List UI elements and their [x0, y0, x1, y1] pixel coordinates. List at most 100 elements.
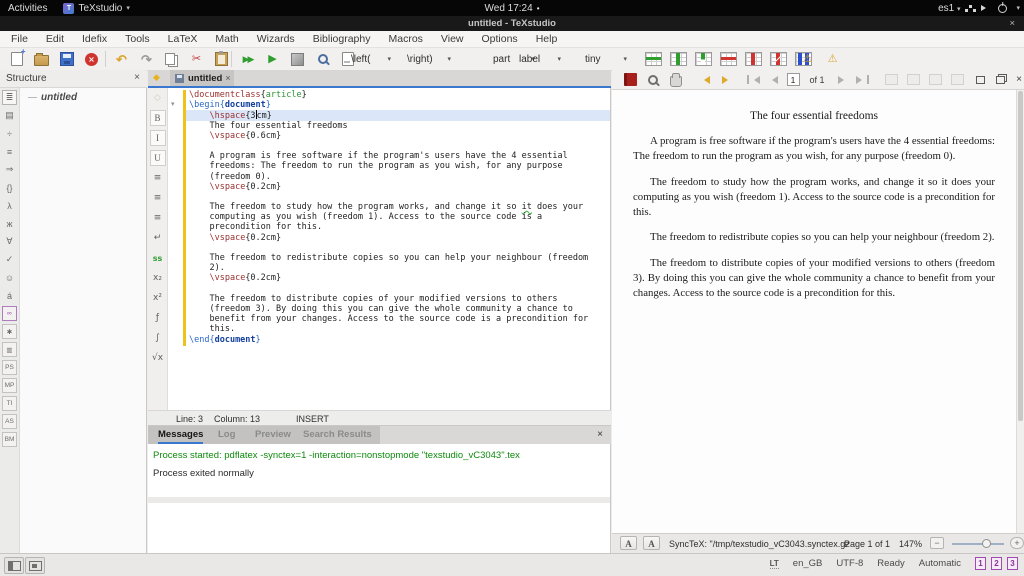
pdf-close-window-button[interactable]: × [1010, 70, 1024, 89]
pdf-pan-hand-icon[interactable] [667, 70, 685, 89]
menu-macros[interactable]: Macros [379, 31, 431, 47]
most-used-panel-icon[interactable]: ∞ [2, 306, 17, 321]
pdf-next-page-button[interactable] [834, 70, 852, 89]
messages-tab-messages[interactable]: Messages [158, 426, 203, 444]
delimiters-panel-icon[interactable]: {} [2, 180, 17, 195]
left-delimiter-dropdown[interactable]: \left( ▾ [346, 50, 396, 68]
code-line-17[interactable]: The freedom to redistribute copies so yo… [186, 253, 610, 263]
pdf-text-zoom-out-button[interactable]: A [620, 536, 637, 550]
pdf-last-page-button[interactable] [854, 70, 872, 89]
code-line-8[interactable]: freedoms: The freedom to run the program… [186, 161, 610, 171]
code-line-10[interactable]: \vspace{0.2cm} [186, 182, 610, 192]
code-line-22[interactable]: (freedom 3). By doing this you can give … [186, 304, 610, 314]
cut-icon[interactable]: ✂ [186, 50, 207, 68]
integral-icon[interactable]: ∫ [150, 330, 166, 346]
languagetool-icon[interactable]: LT [770, 559, 779, 569]
tikz-panel-icon[interactable]: TI [2, 396, 17, 411]
system-menu-chevron-icon[interactable]: ▾ [1016, 4, 1020, 12]
misc-symbols-panel-icon[interactable]: ☺ [2, 270, 17, 285]
app-menu[interactable]: T TeXstudio ▾ [63, 3, 129, 14]
keyboard-layout-indicator[interactable]: es1 ▾ [938, 3, 960, 14]
paste-icon[interactable] [211, 50, 232, 68]
tab-close-button[interactable]: × [225, 73, 230, 83]
menu-idefix[interactable]: Idefix [73, 31, 116, 47]
ps-commands-panel-icon[interactable]: PS [2, 360, 17, 375]
metapost-panel-icon[interactable]: MP [2, 378, 17, 393]
code-line-16[interactable] [186, 243, 610, 253]
add-row-icon[interactable] [643, 50, 664, 68]
code-area[interactable]: \documentclass{article}\begin{document} … [186, 90, 610, 410]
redo-icon[interactable]: ↷ [136, 50, 157, 68]
structure-panel-icon[interactable]: ≣ [2, 90, 17, 105]
line-ending-selector[interactable]: Automatic [919, 558, 961, 569]
view-log-icon[interactable] [312, 50, 333, 68]
toggle-side-panel-button[interactable] [4, 557, 24, 574]
bookmark-diamond-icon[interactable]: ◆ [153, 73, 160, 82]
pdf-page-input[interactable]: 1 [784, 70, 802, 89]
editor[interactable]: ◇BIU≡≡≡↵ssx₂x²ƒ∫√x ▾ \documentclass{arti… [148, 88, 611, 410]
align-right-icon[interactable]: ≡ [150, 210, 166, 226]
bold-icon[interactable]: B [150, 110, 166, 126]
messages-panel-close-button[interactable]: × [597, 429, 603, 440]
code-line-9[interactable]: (freedom 0). [186, 172, 610, 182]
code-line-13[interactable]: computing as you wish (freedom 1). Acces… [186, 212, 610, 222]
pdf-zoom-slider[interactable] [952, 543, 1004, 545]
bookmark-diamond-icon[interactable]: ◇ [150, 90, 166, 106]
messages-tab-search-results[interactable]: Search Results [303, 426, 372, 444]
pdf-zoom-slider-thumb[interactable] [982, 539, 991, 548]
menu-view[interactable]: View [432, 31, 473, 47]
accents-panel-icon[interactable]: á [2, 288, 17, 303]
build-and-view-icon[interactable]: ▶▶ [237, 50, 258, 68]
new-document-icon[interactable] [6, 50, 27, 68]
pdf-zoom-out-button[interactable]: − [930, 537, 944, 549]
pdf-first-page-button[interactable] [744, 70, 762, 89]
code-line-24[interactable]: this. [186, 324, 610, 334]
menu-wizards[interactable]: Wizards [248, 31, 304, 47]
pdf-grid-view-icon[interactable] [948, 70, 966, 89]
pdf-single-page-icon[interactable] [882, 70, 900, 89]
volume-icon[interactable] [981, 5, 989, 11]
code-line-18[interactable]: 2). [186, 263, 610, 273]
checkmarks-panel-icon[interactable]: ✓ [2, 252, 17, 267]
remove-row-icon[interactable] [718, 50, 739, 68]
fraction-icon[interactable]: ƒ [150, 310, 166, 326]
power-icon[interactable] [998, 4, 1007, 13]
pdf-annotate-icon[interactable] [621, 70, 639, 89]
window-close-button[interactable]: × [1009, 16, 1015, 31]
clock[interactable]: Wed 17:24 • [485, 1, 540, 15]
structure-root-item[interactable]: untitled [28, 92, 77, 103]
pdf-restore-window-button[interactable] [971, 70, 989, 89]
code-line-14[interactable]: precondition for this. [186, 222, 610, 232]
encoding-selector[interactable]: UTF-8 [836, 558, 863, 569]
copy-icon[interactable] [161, 50, 182, 68]
code-line-19[interactable]: \vspace{0.2cm} [186, 273, 610, 283]
code-line-2[interactable]: \begin{document} [186, 100, 610, 110]
code-line-7[interactable]: A program is free software if the progra… [186, 151, 610, 161]
superscript-icon[interactable]: x² [150, 290, 166, 306]
code-line-20[interactable] [186, 284, 610, 294]
menu-help[interactable]: Help [527, 31, 567, 47]
messages-tab-preview[interactable]: Preview [255, 426, 291, 444]
tab-untitled[interactable]: untitled × [170, 70, 234, 86]
close-document-icon[interactable]: × [81, 50, 102, 68]
pdf-jump-forward-icon[interactable] [718, 70, 736, 89]
remove-column-icon[interactable] [743, 50, 764, 68]
small-caps-icon[interactable]: ss [150, 250, 166, 266]
open-folder-icon[interactable] [31, 50, 52, 68]
menu-bibliography[interactable]: Bibliography [304, 31, 380, 47]
code-line-3[interactable]: \hspace{3cm} [186, 110, 610, 120]
greek-panel-icon[interactable]: λ [2, 198, 17, 213]
pdf-scrollbar-thumb[interactable] [1018, 91, 1023, 421]
code-line-12[interactable]: The freedom to study how the program wor… [186, 202, 610, 212]
pstricks-panel-icon[interactable]: ▥ [2, 342, 17, 357]
fold-arrow-icon[interactable]: ▾ [171, 100, 175, 108]
code-line-6[interactable] [186, 141, 610, 151]
logic-panel-icon[interactable]: ∀ [2, 234, 17, 249]
font-size-dropdown[interactable]: tiny ▾ [580, 50, 632, 68]
cyrillic-panel-icon[interactable]: ж [2, 216, 17, 231]
pdf-text-zoom-in-button[interactable]: A [643, 536, 660, 550]
bookmarks-panel-icon[interactable]: ▤ [2, 108, 17, 123]
window-title-bar[interactable]: untitled - TeXstudio × [0, 16, 1024, 31]
add-column-icon[interactable] [668, 50, 689, 68]
toggle-bottom-panel-button[interactable] [25, 557, 45, 574]
